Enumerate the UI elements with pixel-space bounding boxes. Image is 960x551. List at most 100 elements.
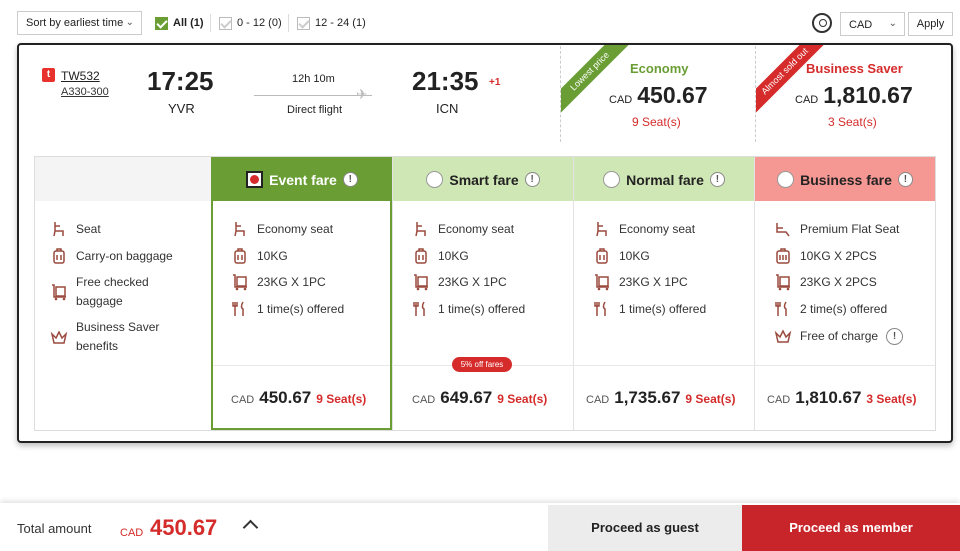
info-icon[interactable]: ! xyxy=(524,172,540,187)
currency-label: CAD xyxy=(609,94,633,106)
baggage-cart-icon xyxy=(412,273,430,291)
filter-12-24-label: 12 - 24 (1) xyxy=(315,17,366,29)
filter-all-label: All (1) xyxy=(173,17,204,29)
currency-label: CAD xyxy=(795,94,819,106)
fork-knife-icon xyxy=(231,300,249,318)
feature-seat: Seat xyxy=(50,220,101,238)
fare-feature-text: 1 time(s) offered xyxy=(257,302,345,316)
crown-icon xyxy=(50,328,68,346)
fare-option-event[interactable]: Event fare ! xyxy=(212,157,392,201)
fare-feature: Premium Flat Seat xyxy=(774,220,899,238)
fare-name: Business fare xyxy=(800,171,892,188)
price-value: 450.67 xyxy=(637,82,708,108)
info-icon[interactable]: ! xyxy=(342,172,358,187)
fare-feature-text: 1 time(s) offered xyxy=(438,302,526,316)
fare-feature-text: 23KG X 1PC xyxy=(619,275,688,289)
divider xyxy=(210,14,211,32)
fare-name: Normal fare xyxy=(626,171,704,188)
fare-option-smart[interactable]: Smart fare ! xyxy=(393,157,573,201)
proceed-as-guest-button[interactable]: Proceed as guest xyxy=(548,505,742,551)
baggage-cart-icon xyxy=(231,273,249,291)
crown-icon xyxy=(774,327,792,345)
flight-duration: 12h 10m xyxy=(292,73,335,85)
chevron-down-icon: ⌄ xyxy=(888,18,897,29)
apply-button[interactable]: Apply xyxy=(908,12,953,36)
fare-feature: 23KG X 1PC xyxy=(412,273,507,291)
fare-option-business[interactable]: Business fare ! xyxy=(755,157,935,201)
info-icon[interactable]: ! xyxy=(897,172,913,187)
feature-label: Business Saver benefits xyxy=(76,320,160,353)
fare-feature: 23KG X 1PC xyxy=(593,273,688,291)
fare-feature-text: Free of charge xyxy=(800,329,879,343)
baggage-cart-icon xyxy=(50,283,68,301)
fare-feature-text: 1 time(s) offered xyxy=(619,302,707,316)
filter-0-12-checkbox[interactable] xyxy=(219,16,232,30)
fork-knife-icon xyxy=(412,300,430,318)
seats-left: 9 Seat(s) xyxy=(316,392,367,406)
baggage-cart-icon xyxy=(774,273,792,291)
fare-feature: Free of charge! xyxy=(774,327,904,345)
seats-left: 9 Seat(s) xyxy=(497,392,548,406)
fare-option-normal[interactable]: Normal fare ! xyxy=(574,157,754,201)
cabin-price-economy[interactable]: CAD 450.67 xyxy=(609,82,708,109)
fare-feature-text: 10KG xyxy=(619,249,650,263)
fare-radio[interactable] xyxy=(426,171,444,188)
divider xyxy=(288,14,289,32)
filter-0-12[interactable]: 0 - 12 (0) xyxy=(219,16,282,30)
fare-feature: 23KG X 2PCS xyxy=(774,273,877,291)
fare-feature-text: Economy seat xyxy=(438,222,515,236)
filter-12-24-checkbox[interactable] xyxy=(297,16,310,30)
currency-label: CAD xyxy=(767,394,791,406)
fare-feature-text: Economy seat xyxy=(257,222,334,236)
arrival-airport: ICN xyxy=(436,101,459,116)
fare-feature-text: Premium Flat Seat xyxy=(800,222,900,236)
airplane-icon: ✈ xyxy=(356,86,368,102)
fare-feature: 1 time(s) offered xyxy=(412,300,525,318)
info-icon[interactable]: ! xyxy=(709,172,725,187)
divider xyxy=(212,365,935,366)
currency-select[interactable]: CAD ⌄ xyxy=(840,12,905,36)
luggage-icon xyxy=(231,247,249,265)
price-value: 1,810.67 xyxy=(795,388,862,407)
fare-feature: 1 time(s) offered xyxy=(231,300,344,318)
airline-logo: t xyxy=(42,68,55,82)
fare-header-blank xyxy=(35,157,211,201)
feature-label: Free checked baggage xyxy=(76,275,149,308)
currency-exchange-icon xyxy=(812,13,832,33)
total-amount: 450.67 xyxy=(150,515,218,540)
route-line xyxy=(254,95,372,96)
proceed-as-member-button[interactable]: Proceed as member xyxy=(742,505,960,551)
flat-seat-icon xyxy=(774,220,792,238)
discount-badge: 5% off fares xyxy=(452,357,512,372)
info-icon[interactable]: ! xyxy=(886,327,904,345)
day-offset: +1 xyxy=(489,77,501,88)
flight-number-link[interactable]: TW532 xyxy=(61,69,100,83)
seat-icon xyxy=(50,220,68,238)
cabin-title-business-saver: Business Saver xyxy=(806,61,903,76)
fare-name: Event fare xyxy=(269,171,337,188)
filter-all-checkbox[interactable] xyxy=(155,16,168,30)
sort-select[interactable]: Sort by earliest time ⌄ xyxy=(17,11,142,35)
filter-0-12-label: 0 - 12 (0) xyxy=(237,17,282,29)
fare-price-smart: CAD 649.67 9 Seat(s) xyxy=(412,388,547,408)
fare-feature-text: 10KG xyxy=(438,249,469,263)
fare-feature: 23KG X 1PC xyxy=(231,273,326,291)
fare-radio[interactable] xyxy=(777,171,795,188)
fork-knife-icon xyxy=(593,300,611,318)
fare-price-business: CAD 1,810.67 3 Seat(s) xyxy=(767,388,916,408)
fare-feature: 10KG xyxy=(412,247,469,265)
fare-name: Smart fare xyxy=(449,171,519,188)
cabin-price-business-saver[interactable]: CAD 1,810.67 xyxy=(795,82,913,109)
currency-select-value: CAD xyxy=(849,19,873,31)
filter-all[interactable]: All (1) xyxy=(155,16,204,30)
aircraft-link[interactable]: A330-300 xyxy=(61,86,109,98)
fare-radio[interactable] xyxy=(603,171,621,188)
seats-left: 3 Seat(s) xyxy=(866,392,917,406)
feature-checked-baggage: Free checked baggage xyxy=(50,273,180,311)
fare-feature: Economy seat xyxy=(412,220,514,238)
fare-feature: 10KG xyxy=(593,247,650,265)
filter-12-24[interactable]: 12 - 24 (1) xyxy=(297,16,366,30)
fare-radio-selected[interactable] xyxy=(246,171,264,188)
currency-label: CAD xyxy=(412,394,436,406)
flight-type: Direct flight xyxy=(287,104,343,116)
